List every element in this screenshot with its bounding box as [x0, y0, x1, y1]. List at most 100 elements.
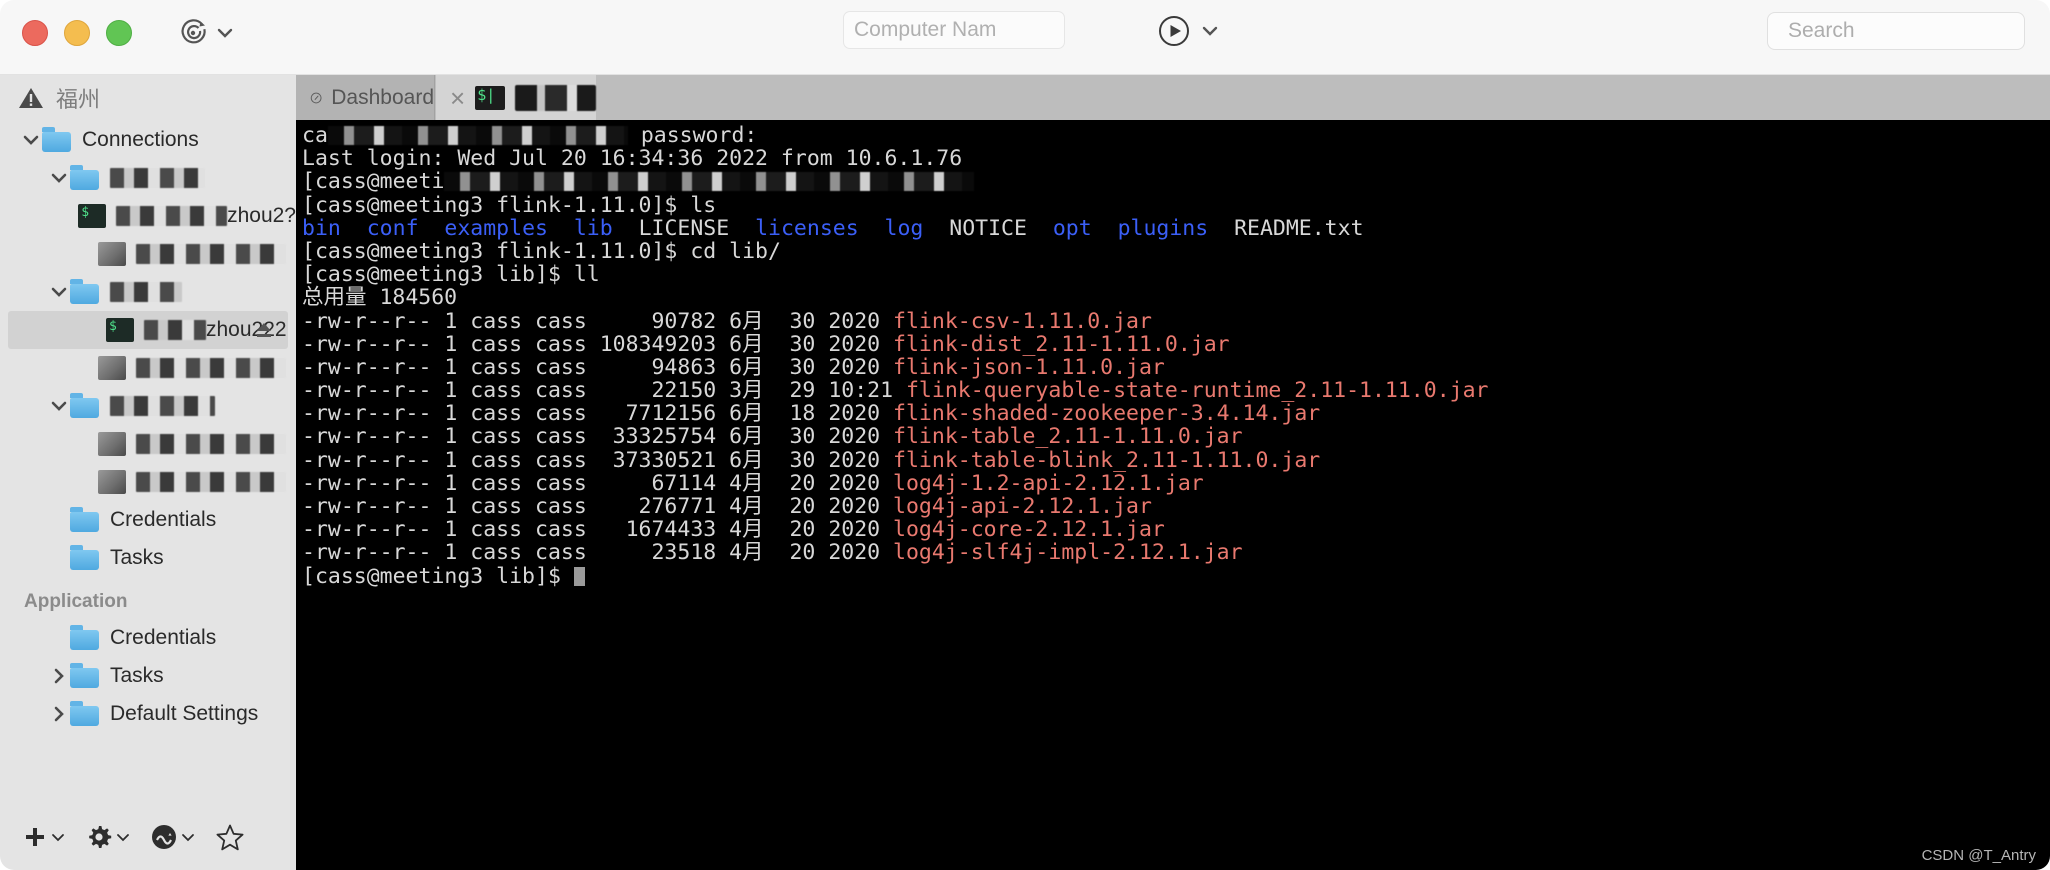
add-plus-icon — [26, 828, 44, 846]
tree-twisty[interactable] — [20, 129, 42, 151]
application-item-1[interactable]: Tasks — [0, 657, 296, 695]
terminal-cursor — [573, 566, 585, 586]
app-window: 福州 Connections zhou2? zhou222 Credentials Ta… — [0, 0, 2050, 870]
terminal-text: examples — [444, 215, 548, 241]
terminal-text: Last login: Wed Jul 20 16:34:36 2022 fro… — [302, 146, 963, 172]
terminal-text: -rw-r--r-- 1 cass cass 276771 4月 20 2020 — [302, 494, 894, 519]
redacted-label — [136, 244, 286, 264]
sidebar-item-9[interactable] — [0, 463, 296, 501]
chevron-down-icon — [217, 28, 233, 38]
chevron-right-icon — [54, 706, 64, 722]
terminal-output[interactable]: ca password: Last login: Wed Jul 20 16:34… — [296, 120, 2050, 870]
terminal-icon — [106, 318, 134, 342]
terminal-line: -rw-r--r-- 1 cass cass 22150 3月 29 10:21… — [302, 379, 2050, 402]
sidebar-item-2[interactable]: zhou2? — [0, 197, 296, 235]
sidebar-toolbar — [0, 804, 296, 870]
terminal-text: -rw-r--r-- 1 cass cass 108349203 6月 30 2… — [302, 331, 894, 357]
tab-dashboard[interactable]: Dashboard — [296, 75, 435, 120]
terminal-text: -rw-r--r-- 1 cass cass 90782 6月 30 2020 — [302, 308, 894, 334]
terminal-text: log4j-slf4j-impl-2.12.1.jar — [893, 540, 1243, 566]
settings-button[interactable] — [85, 823, 130, 851]
terminal-line: -rw-r--r-- 1 cass cass 108349203 6月 30 2… — [302, 333, 2050, 356]
terminal-text: LICENSE — [612, 215, 756, 241]
terminal-text: [cass@meeti — [302, 169, 445, 195]
computer-name-input[interactable] — [844, 12, 1064, 48]
tree-twisty[interactable] — [48, 167, 70, 189]
target-icon — [181, 19, 206, 44]
redacted-label — [110, 168, 205, 188]
terminal-line: [cass@meeting3 lib]$ — [302, 563, 2050, 589]
terminal-text: log4j-1.2-api-2.12.1.jar — [893, 470, 1204, 496]
terminal-text: -rw-r--r-- 1 cass cass 33325754 6月 30 20… — [302, 424, 894, 450]
terminal-line: -rw-r--r-- 1 cass cass 37330521 6月 30 20… — [302, 449, 2050, 472]
sidebar-item-4[interactable] — [0, 273, 296, 311]
terminal-text: README.txt — [1208, 215, 1364, 241]
sync-button[interactable] — [150, 823, 195, 851]
warning-triangle-icon — [19, 88, 43, 108]
chevron-down-icon — [23, 135, 39, 145]
redacted-label — [116, 206, 228, 226]
add-button[interactable] — [22, 824, 65, 850]
maximize-window-button[interactable] — [106, 20, 132, 46]
search-input[interactable] — [1786, 18, 2050, 44]
folder-icon — [70, 393, 100, 418]
tree-twisty[interactable] — [48, 281, 70, 303]
tree-twisty[interactable] — [48, 665, 70, 687]
tree-twisty[interactable] — [48, 395, 70, 417]
sidebar-tree-scroll: 福州 Connections zhou2? zhou222 Credentials Ta… — [0, 75, 296, 785]
sidebar-item-3[interactable] — [0, 235, 296, 273]
close-window-button[interactable] — [22, 20, 48, 46]
terminal-text: [cass@meeting3 lib]$ — [302, 563, 574, 589]
computer-name-field-wrapper[interactable] — [843, 11, 1065, 49]
sidebar-item-6[interactable] — [0, 349, 296, 387]
sidebar-item-8[interactable] — [0, 425, 296, 463]
window-controls — [22, 20, 132, 46]
chevron-down-icon — [117, 833, 129, 841]
tree-twisty[interactable] — [48, 703, 70, 725]
terminal-text: flink-queryable-state-runtime_2.11-1.11.… — [905, 378, 1489, 404]
application-item-2[interactable]: Default Settings — [0, 695, 296, 733]
terminal-text: [cass@meeting3 lib]$ ll — [302, 262, 600, 288]
terminal-text: flink-shaded-zookeeper-3.4.14.jar — [893, 401, 1321, 427]
tree-item-label: Tasks — [110, 546, 164, 569]
terminal-text: [cass@meeting3 flink-1.11.0]$ ls — [302, 192, 717, 218]
close-icon[interactable]: × — [450, 85, 465, 111]
folder-icon — [70, 165, 100, 190]
terminal-line: [cass@meeting3 flink-1.11.0]$ ls — [302, 192, 2050, 218]
terminal-line: -rw-r--r-- 1 cass cass 23518 4月 20 2020 … — [302, 541, 2050, 564]
target-dropdown-button[interactable] — [176, 16, 238, 50]
minimize-window-button[interactable] — [64, 20, 90, 46]
redacted-text — [444, 172, 975, 192]
application-item-0[interactable]: Credentials — [0, 619, 296, 657]
terminal-line: -rw-r--r-- 1 cass cass 276771 4月 20 2020… — [302, 495, 2050, 518]
terminal-text: password: — [627, 123, 758, 148]
terminal-line: ca password: — [302, 124, 2050, 147]
tab-terminal-session[interactable]: × — [436, 75, 596, 120]
terminal-text: plugins — [1117, 215, 1209, 241]
sidebar-item-1[interactable] — [0, 159, 296, 197]
sidebar: 福州 Connections zhou2? zhou222 Credentials Ta… — [0, 75, 296, 870]
redacted-label — [110, 282, 182, 302]
tree-item-label: zhou2? — [227, 204, 296, 227]
sidebar-item-0[interactable]: Connections — [0, 121, 296, 159]
tree-item-label: Credentials — [110, 508, 217, 531]
folder-icon — [70, 625, 100, 650]
sidebar-item-7[interactable] — [0, 387, 296, 425]
run-connection-button[interactable] — [1157, 14, 1219, 48]
redacted-label — [136, 434, 286, 454]
terminal-icon — [475, 85, 506, 110]
sidebar-item-10[interactable]: Credentials — [0, 501, 296, 539]
terminal-line: [cass@meeting3 lib]$ ll — [302, 263, 2050, 286]
sidebar-item-11[interactable]: Tasks — [0, 539, 296, 577]
search-box[interactable] — [1767, 12, 2050, 50]
dashboard-icon — [310, 92, 322, 103]
eject-icon[interactable] — [254, 319, 274, 341]
sidebar-item-5[interactable]: zhou222 — [8, 311, 288, 349]
favorite-button[interactable] — [215, 823, 245, 852]
sidebar-section-application: Application — [24, 591, 128, 612]
terminal-text: flink-table_2.11-1.11.0.jar — [893, 424, 1243, 450]
title-bar — [0, 0, 2050, 75]
chevron-down-icon — [1202, 26, 1218, 36]
